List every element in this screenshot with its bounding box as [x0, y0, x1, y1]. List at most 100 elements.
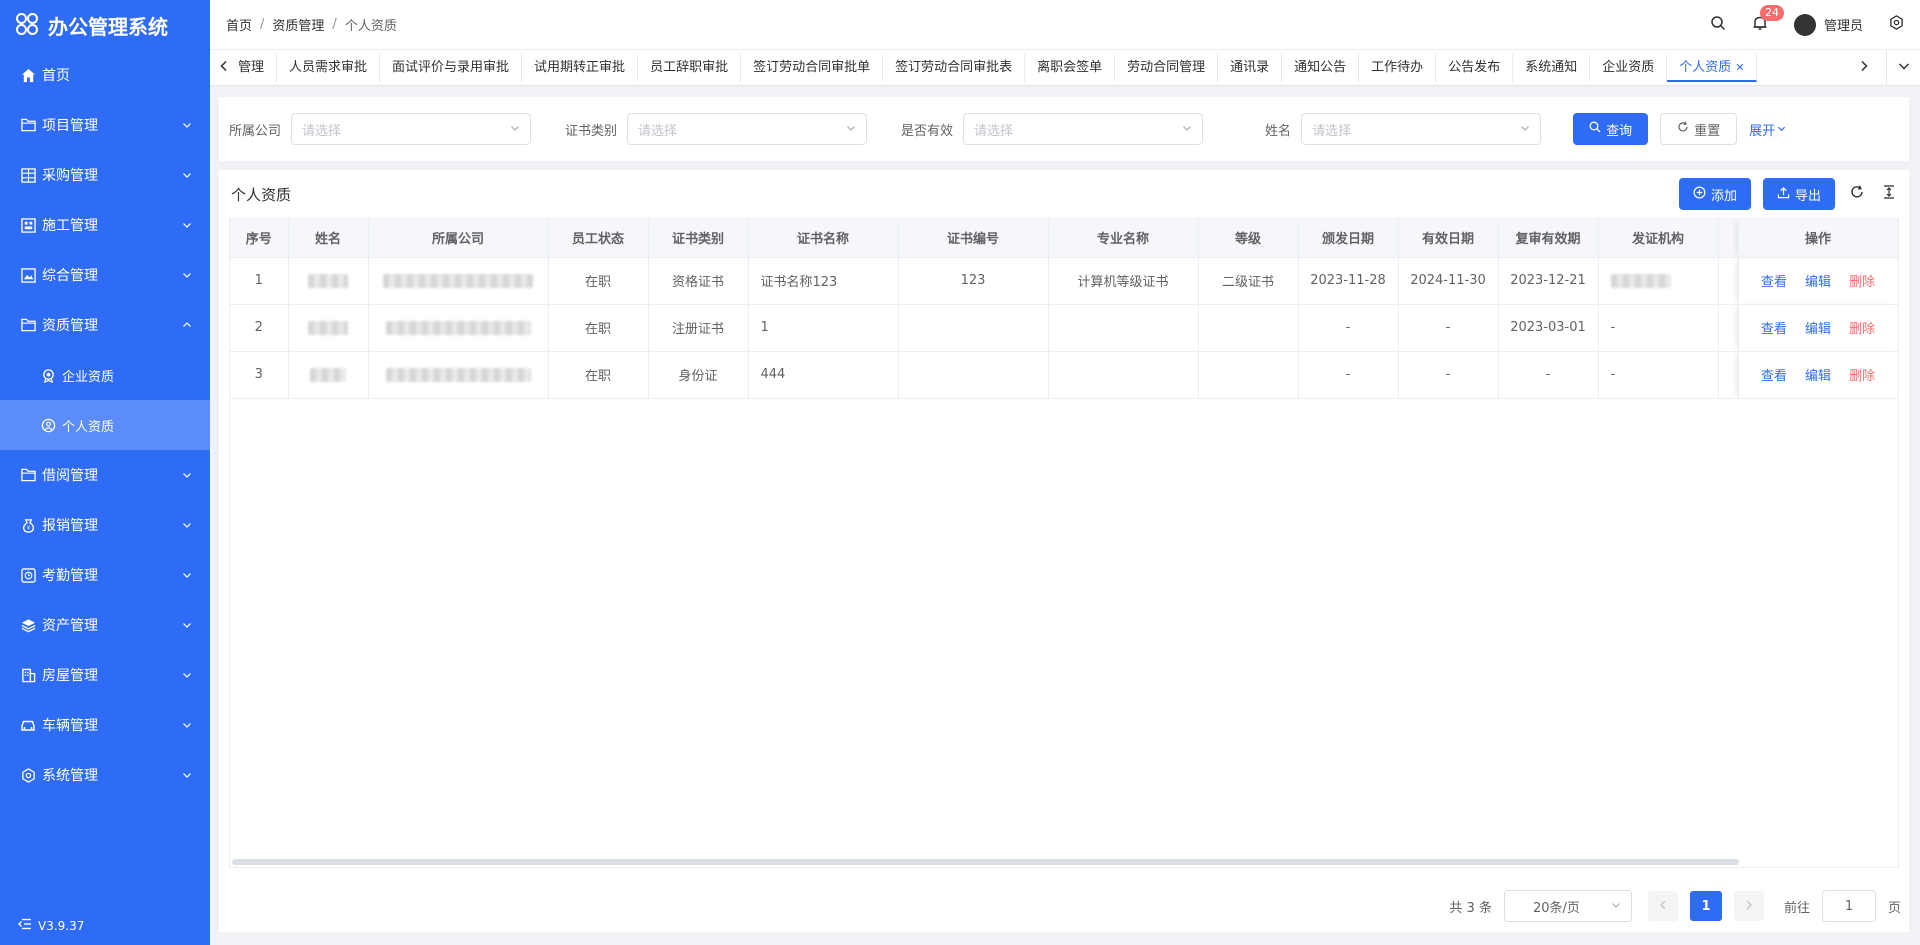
top-header: 首页 / 资质管理 / 个人资质 24 管理员: [210, 0, 1920, 50]
view-link[interactable]: 查看: [1761, 365, 1787, 384]
chevron-down-icon: [182, 220, 192, 230]
cell-issuer: -: [1598, 304, 1719, 352]
edit-link[interactable]: 编辑: [1805, 318, 1831, 337]
sidebar-item-purchase[interactable]: 采购管理: [0, 150, 210, 200]
tab-leave-sign[interactable]: 离职会签单: [1025, 53, 1116, 82]
breadcrumb-current: 个人资质: [344, 19, 397, 34]
sidebar-item-system[interactable]: 系统管理: [0, 750, 210, 800]
sidebar-item-housing[interactable]: 房屋管理: [0, 650, 210, 700]
cell-valid-date: 2024-11-30: [1398, 257, 1499, 305]
tab-personal-qualification[interactable]: 个人资质 ✕: [1667, 53, 1758, 82]
chevron-right-icon: [1745, 899, 1753, 914]
app-title: 办公管理系统: [48, 14, 168, 39]
delete-link[interactable]: 删除: [1849, 365, 1875, 384]
tab-probation[interactable]: 试用期转正审批: [522, 53, 639, 82]
cell-company-redacted: [368, 351, 549, 399]
filter-label-name: 姓名: [1265, 123, 1292, 139]
name-select[interactable]: 请选择: [1301, 113, 1542, 145]
view-link[interactable]: 查看: [1761, 318, 1787, 337]
sidebar-item-project[interactable]: 项目管理: [0, 100, 210, 150]
tab-scroll-left[interactable]: [210, 50, 238, 86]
tab-resignation[interactable]: 员工辞职审批: [638, 53, 742, 82]
tab-contract-approval-form[interactable]: 签订劳动合同审批单: [741, 53, 884, 82]
picture-icon: [20, 267, 36, 283]
table-header-row: 序号 姓名 所属公司 员工状态 证书类别 证书名称 证书编号 专业名称 等级 颁…: [230, 219, 1898, 258]
tab-contacts[interactable]: 通讯录: [1218, 53, 1283, 82]
home-icon: [20, 67, 36, 83]
breadcrumb-qualification[interactable]: 资质管理: [272, 15, 324, 34]
sidebar-collapse-toggle[interactable]: V3.9.37: [18, 918, 84, 933]
sidebar-item-attendance[interactable]: 考勤管理: [0, 550, 210, 600]
sidebar-item-personal-qualification[interactable]: 个人资质: [0, 400, 210, 450]
cell-level: 二级证书: [1198, 257, 1299, 305]
edit-link[interactable]: 编辑: [1805, 365, 1831, 384]
tab-more-button[interactable]: [1886, 49, 1920, 86]
refresh-table-button[interactable]: [1847, 184, 1867, 204]
export-button[interactable]: 导出: [1762, 178, 1835, 210]
tab-announcement[interactable]: 公告发布: [1436, 53, 1514, 82]
sidebar-item-company-qualification[interactable]: 企业资质: [0, 350, 210, 400]
expand-filter-link[interactable]: 展开: [1749, 120, 1786, 139]
close-icon[interactable]: ✕: [1735, 61, 1744, 74]
building-icon: [20, 667, 36, 683]
sidebar-item-general[interactable]: 综合管理: [0, 250, 210, 300]
cell-cert-no: [898, 304, 1049, 352]
pagination: 共 3 条 20条/页 1 前往 1 页: [1449, 890, 1901, 922]
sidebar-item-qualification[interactable]: 资质管理: [0, 300, 210, 350]
tab-interview-review[interactable]: 面试评价与录用审批: [380, 53, 523, 82]
add-button[interactable]: 添加: [1678, 178, 1751, 210]
tab-notice[interactable]: 通知公告: [1282, 53, 1360, 82]
money-bag-icon: ¥: [20, 517, 36, 533]
notification-button[interactable]: 24: [1752, 4, 1784, 35]
edit-link[interactable]: 编辑: [1805, 271, 1831, 290]
cell-level: [1198, 304, 1299, 352]
chevron-left-icon: [219, 60, 229, 76]
sidebar-item-assets[interactable]: 资产管理: [0, 600, 210, 650]
delete-link[interactable]: 删除: [1849, 271, 1875, 290]
horizontal-scrollbar[interactable]: [232, 859, 1739, 865]
tab-todo[interactable]: 工作待办: [1359, 53, 1437, 82]
tab-contract-management[interactable]: 劳动合同管理: [1115, 53, 1219, 82]
tab-scroll-right[interactable]: [1850, 50, 1878, 86]
tab-contract-approval-table[interactable]: 签订劳动合同审批表: [883, 53, 1026, 82]
cell-spacer: [1718, 257, 1739, 305]
sidebar-item-home[interactable]: 首页: [0, 50, 210, 100]
user-menu[interactable]: 管理员: [1793, 13, 1863, 36]
cell-review-date: 2023-03-01: [1498, 304, 1599, 352]
sidebar-item-borrow[interactable]: 借阅管理: [0, 450, 210, 500]
company-select[interactable]: 请选择: [291, 113, 532, 145]
tab-staff-demand[interactable]: 人员需求审批: [277, 53, 381, 82]
app-logo[interactable]: 办公管理系统: [0, 0, 210, 50]
column-height-button[interactable]: [1879, 184, 1899, 204]
search-button[interactable]: 查询: [1573, 113, 1649, 145]
column-header: 操作: [1738, 219, 1898, 258]
plus-circle-icon: [1693, 186, 1706, 203]
cell-category: 身份证: [648, 351, 749, 399]
search-icon[interactable]: [1710, 15, 1726, 35]
tab-system-notice[interactable]: 系统通知: [1513, 53, 1591, 82]
sidebar-item-reimbursement[interactable]: ¥ 报销管理: [0, 500, 210, 550]
page-number-current[interactable]: 1: [1689, 891, 1722, 921]
avatar: [1793, 13, 1816, 36]
tab-hr-management[interactable]: 管理: [238, 53, 278, 82]
search-button-label: 查询: [1606, 123, 1633, 139]
prev-page-button[interactable]: [1647, 891, 1678, 921]
delete-link[interactable]: 删除: [1849, 318, 1875, 337]
reset-button[interactable]: 重置: [1660, 113, 1738, 145]
view-link[interactable]: 查看: [1761, 271, 1787, 290]
page-size-value: 20条/页: [1532, 900, 1580, 916]
category-select[interactable]: 请选择: [627, 113, 868, 145]
tab-company-qualification[interactable]: 企业资质: [1590, 53, 1668, 82]
select-placeholder: 请选择: [638, 123, 678, 139]
valid-select[interactable]: 请选择: [963, 113, 1204, 145]
breadcrumb-home[interactable]: 首页: [226, 15, 252, 34]
next-page-button[interactable]: [1733, 891, 1764, 921]
chevron-right-icon: [1859, 60, 1869, 76]
sidebar-item-construction[interactable]: 施工管理: [0, 200, 210, 250]
version-label: V3.9.37: [38, 918, 85, 933]
gear-icon[interactable]: [1889, 15, 1904, 34]
page-size-select[interactable]: 20条/页: [1503, 890, 1632, 922]
filter-label-valid: 是否有效: [901, 123, 954, 139]
goto-page-input[interactable]: 1: [1821, 890, 1876, 922]
sidebar-item-vehicle[interactable]: 车辆管理: [0, 700, 210, 750]
